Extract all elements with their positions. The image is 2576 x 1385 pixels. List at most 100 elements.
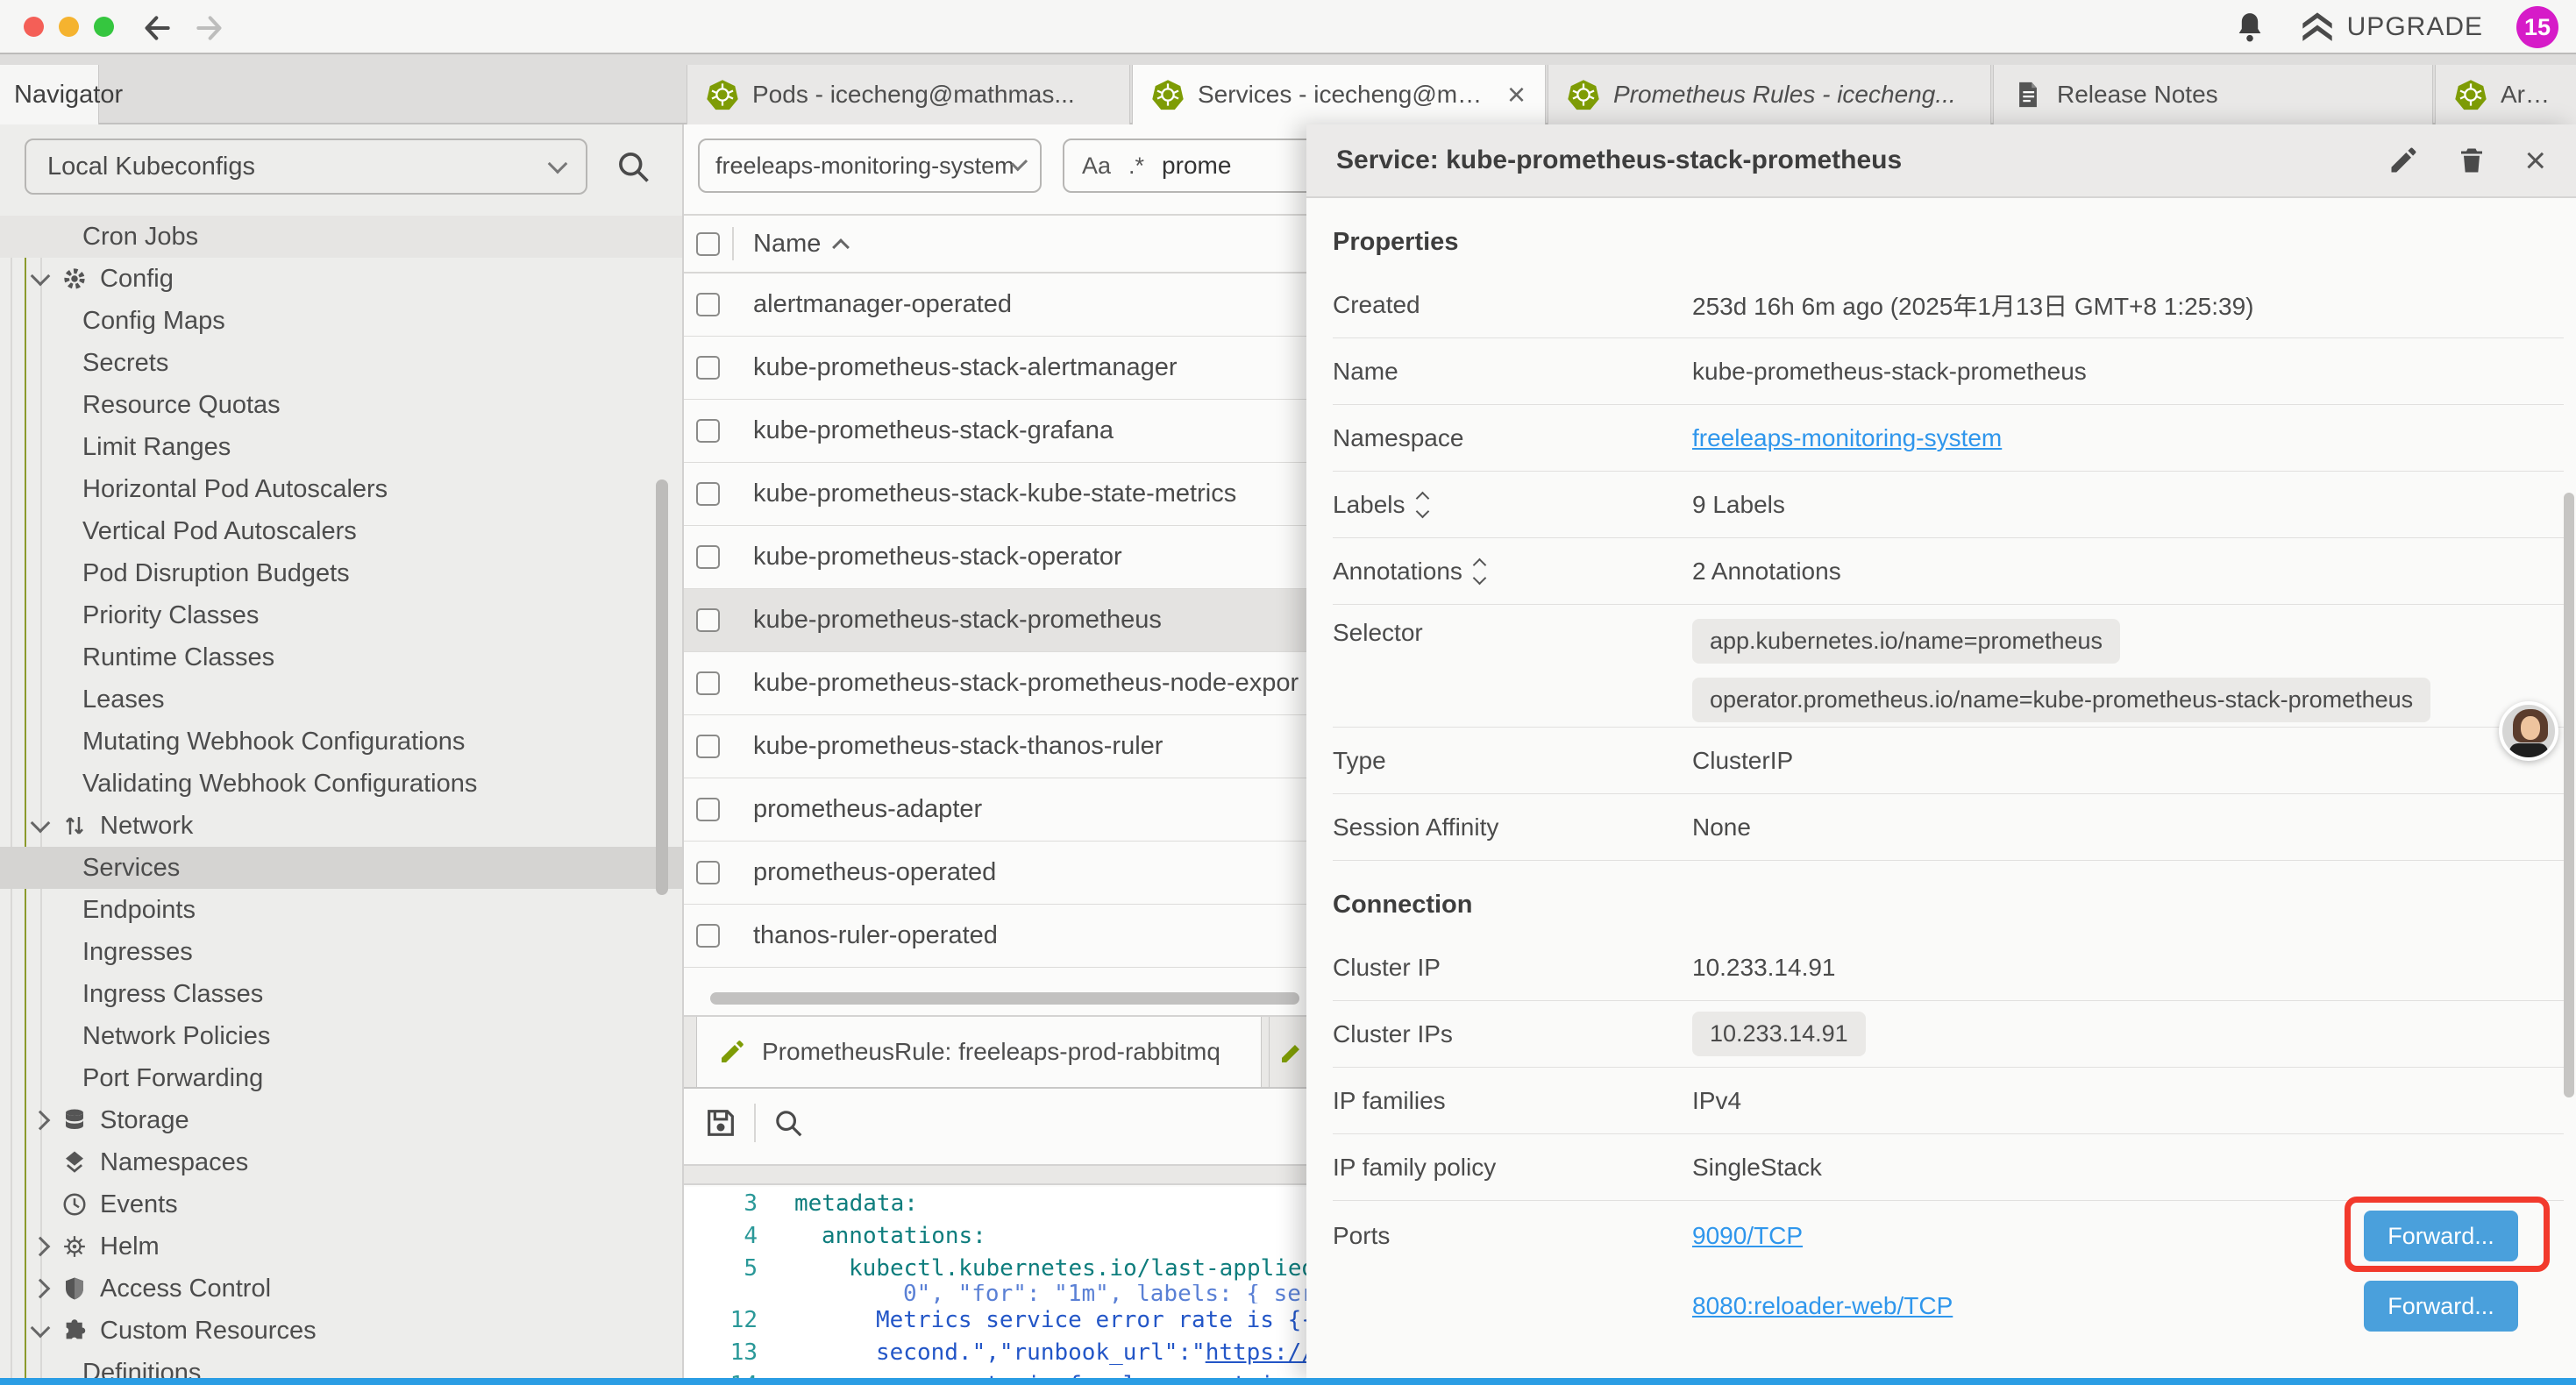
chevron-down-icon[interactable]: [28, 1326, 53, 1335]
sidebar-item-runtime-classes[interactable]: Runtime Classes: [0, 636, 682, 678]
table-row[interactable]: kube-prometheus-stack-prometheus: [684, 589, 1306, 652]
notification-count-badge[interactable]: 15: [2516, 6, 2558, 48]
sidebar-item-horizontal-pod-autoscalers[interactable]: Horizontal Pod Autoscalers: [0, 468, 682, 510]
chevron-down-icon[interactable]: [28, 821, 53, 830]
upgrade-button[interactable]: UPGRADE: [2300, 10, 2483, 45]
namespace-link[interactable]: freeleaps-monitoring-system: [1692, 424, 2002, 452]
sidebar-item-network[interactable]: Network: [0, 805, 682, 847]
editor-link[interactable]: https://net: [1206, 1339, 1306, 1366]
table-search-input[interactable]: Aa .* prome: [1063, 138, 1306, 193]
sidebar-item-network-policies[interactable]: Network Policies: [0, 1015, 682, 1057]
minimize-window-button[interactable]: [59, 17, 79, 37]
chevron-right-icon[interactable]: [28, 1282, 53, 1296]
chevron-right-icon[interactable]: [28, 1239, 53, 1254]
save-icon[interactable]: [703, 1105, 738, 1140]
table-row[interactable]: prometheus-adapter: [684, 778, 1306, 842]
row-checkbox[interactable]: [696, 798, 720, 821]
tab-pods[interactable]: Pods - icecheng@mathmas...: [687, 65, 1130, 124]
sidebar-item-limit-ranges[interactable]: Limit Ranges: [0, 426, 682, 468]
row-checkbox[interactable]: [696, 608, 720, 632]
editor-tab-partial[interactable]: [1269, 1017, 1306, 1087]
edit-pencil-icon[interactable]: [2387, 145, 2419, 176]
sidebar-item-ingress-classes[interactable]: Ingress Classes: [0, 973, 682, 1015]
editor-tab[interactable]: PrometheusRule: freeleaps-prod-rabbitmq: [696, 1017, 1262, 1087]
chevron-right-icon[interactable]: [28, 1113, 53, 1127]
sidebar-item-helm[interactable]: Helm: [0, 1225, 682, 1268]
table-row[interactable]: kube-prometheus-stack-grafana: [684, 400, 1306, 463]
table-horizontal-scrollbar[interactable]: [710, 992, 1299, 1005]
close-icon[interactable]: ×: [2524, 142, 2546, 179]
delete-trash-icon[interactable]: [2456, 145, 2487, 176]
table-row[interactable]: thanos-ruler-operated: [684, 905, 1306, 968]
port-link[interactable]: 9090/TCP: [1692, 1222, 1803, 1250]
row-checkbox[interactable]: [696, 482, 720, 506]
row-checkbox[interactable]: [696, 419, 720, 443]
back-icon[interactable]: [140, 11, 175, 46]
sidebar-item-pod-disruption-budgets[interactable]: Pod Disruption Budgets: [0, 552, 682, 594]
sidebar-item-custom-resources[interactable]: Custom Resources: [0, 1310, 682, 1352]
regex-toggle[interactable]: .*: [1128, 153, 1144, 180]
match-case-toggle[interactable]: Aa: [1082, 153, 1111, 180]
sidebar-item-label: Vertical Pod Autoscalers: [82, 517, 357, 546]
table-row[interactable]: kube-prometheus-stack-kube-state-metrics: [684, 463, 1306, 526]
sort-updown-icon[interactable]: [1475, 560, 1484, 583]
row-checkbox[interactable]: [696, 545, 720, 569]
sidebar-item-priority-classes[interactable]: Priority Classes: [0, 594, 682, 636]
navigator-panel-tab[interactable]: Navigator: [0, 65, 99, 124]
row-checkbox[interactable]: [696, 924, 720, 948]
port-forward-button[interactable]: Forward...: [2364, 1281, 2518, 1332]
name-column-header[interactable]: Name: [753, 230, 821, 259]
notifications-bell-icon[interactable]: [2233, 11, 2266, 44]
sidebar-item-cron-jobs[interactable]: Cron Jobs: [0, 216, 682, 258]
editor-search-icon[interactable]: [772, 1106, 805, 1140]
row-checkbox[interactable]: [696, 735, 720, 758]
table-row[interactable]: prometheus-operated: [684, 842, 1306, 905]
sidebar-item-config[interactable]: Config: [0, 258, 682, 300]
sidebar-item-leases[interactable]: Leases: [0, 678, 682, 721]
webcam-avatar[interactable]: [2499, 701, 2558, 761]
row-checkbox[interactable]: [696, 861, 720, 884]
select-all-checkbox[interactable]: [696, 232, 720, 256]
sidebar-item-endpoints[interactable]: Endpoints: [0, 889, 682, 931]
tab-prometheus[interactable]: Prometheus Rules - icecheng...: [1548, 65, 1991, 124]
sidebar-item-vertical-pod-autoscalers[interactable]: Vertical Pod Autoscalers: [0, 510, 682, 552]
sidebar-item-events[interactable]: Events: [0, 1183, 682, 1225]
kubeconfig-selector[interactable]: Local Kubeconfigs: [25, 138, 587, 195]
tab-release[interactable]: Release Notes: [1993, 65, 2433, 124]
table-row[interactable]: kube-prometheus-stack-thanos-ruler: [684, 715, 1306, 778]
port-forward-button[interactable]: Forward...: [2364, 1211, 2518, 1261]
zoom-window-button[interactable]: [94, 17, 114, 37]
row-checkbox[interactable]: [696, 356, 720, 380]
tab-services[interactable]: Services - icecheng@math...×: [1132, 65, 1546, 124]
namespace-filter-dropdown[interactable]: freeleaps-monitoring-system: [698, 138, 1042, 193]
port-link[interactable]: 8080:reloader-web/TCP: [1692, 1292, 1953, 1320]
table-row[interactable]: kube-prometheus-stack-operator: [684, 526, 1306, 589]
sidebar-item-definitions[interactable]: Definitions: [0, 1352, 682, 1378]
sidebar-item-namespaces[interactable]: Namespaces: [0, 1141, 682, 1183]
yaml-editor[interactable]: 3metadata:4annotations:5kubectl.kubernet…: [684, 1187, 1306, 1378]
tab-argo[interactable]: Argo Se: [2435, 65, 2576, 124]
sidebar-item-resource-quotas[interactable]: Resource Quotas: [0, 384, 682, 426]
sidebar-item-secrets[interactable]: Secrets: [0, 342, 682, 384]
row-checkbox[interactable]: [696, 671, 720, 695]
sidebar-item-validating-webhook-configurations[interactable]: Validating Webhook Configurations: [0, 763, 682, 805]
table-row[interactable]: kube-prometheus-stack-prometheus-node-ex…: [684, 652, 1306, 715]
detail-scrollbar[interactable]: [2564, 493, 2574, 1097]
sidebar-item-config-maps[interactable]: Config Maps: [0, 300, 682, 342]
close-window-button[interactable]: [24, 17, 44, 37]
sidebar-item-ingresses[interactable]: Ingresses: [0, 931, 682, 973]
row-checkbox[interactable]: [696, 293, 720, 316]
sidebar-item-access-control[interactable]: Access Control: [0, 1268, 682, 1310]
sidebar-item-services[interactable]: Services: [0, 847, 682, 889]
forward-icon[interactable]: [191, 11, 226, 46]
sidebar-scrollbar[interactable]: [656, 479, 668, 895]
sidebar-search-icon[interactable]: [614, 147, 652, 186]
table-row[interactable]: alertmanager-operated: [684, 273, 1306, 337]
sidebar-item-port-forwarding[interactable]: Port Forwarding: [0, 1057, 682, 1099]
close-tab-icon[interactable]: ×: [1507, 79, 1526, 110]
table-row[interactable]: kube-prometheus-stack-alertmanager: [684, 337, 1306, 400]
sidebar-item-storage[interactable]: Storage: [0, 1099, 682, 1141]
sidebar-item-mutating-webhook-configurations[interactable]: Mutating Webhook Configurations: [0, 721, 682, 763]
chevron-down-icon[interactable]: [28, 274, 53, 283]
sort-updown-icon[interactable]: [1418, 494, 1427, 516]
